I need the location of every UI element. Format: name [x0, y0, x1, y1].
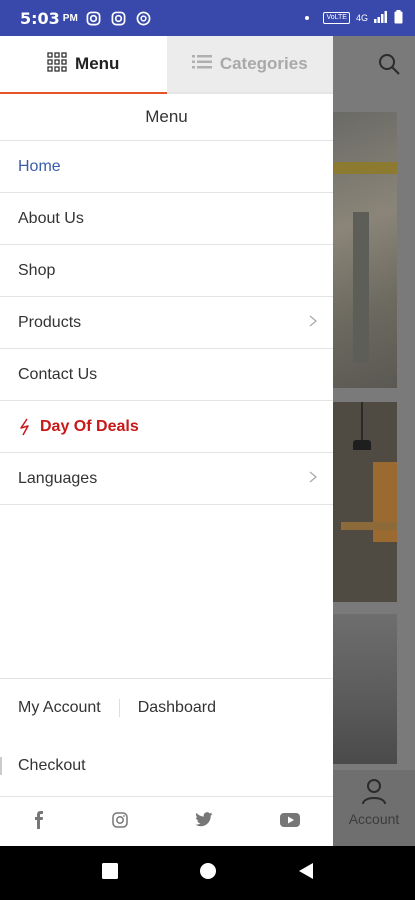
- menu-item-home[interactable]: Home: [0, 141, 333, 193]
- menu-heading: Menu: [0, 94, 333, 141]
- menu-item-label: Contact Us: [18, 365, 98, 383]
- social-links: [0, 796, 333, 847]
- chevron-right-icon[interactable]: [309, 314, 318, 332]
- volte-badge: VoLTE: [323, 12, 350, 24]
- status-bar: 5:03 PM VoLTE 4G: [0, 0, 415, 36]
- signal-icon: [374, 11, 388, 25]
- menu-item-label: Languages: [18, 469, 98, 487]
- menu-item-products[interactable]: Products: [0, 297, 333, 349]
- instagram-notification-icon: [86, 10, 102, 26]
- tab-categories-label: Categories: [219, 54, 308, 73]
- menu-item-languages[interactable]: Languages: [0, 453, 333, 505]
- recents-button[interactable]: [101, 862, 119, 885]
- divider: [0, 757, 2, 775]
- menu-item-label: Products: [18, 313, 82, 331]
- tab-menu-label: Menu: [75, 54, 120, 73]
- account-label: Account: [348, 811, 400, 827]
- twitter-icon[interactable]: [195, 812, 213, 832]
- checkout-link[interactable]: Checkout: [18, 757, 86, 775]
- instagram-notification-icon: [111, 10, 127, 26]
- search-icon[interactable]: [377, 52, 401, 81]
- menu-item-shop[interactable]: Shop: [0, 245, 333, 297]
- system-navigation-bar: [0, 846, 415, 900]
- home-button[interactable]: [199, 862, 217, 885]
- banner-image: [333, 402, 397, 602]
- notification-dot-icon: [305, 16, 310, 20]
- back-button[interactable]: [297, 862, 315, 885]
- menu-item-contact-us[interactable]: Contact Us: [0, 349, 333, 401]
- instagram-icon[interactable]: [112, 811, 128, 833]
- at-sign-notification-icon: [136, 10, 152, 26]
- background-page: Account: [333, 36, 415, 846]
- menu-item-about-us[interactable]: About Us: [0, 193, 333, 245]
- status-time: 5:03: [20, 8, 60, 28]
- battery-icon: [394, 10, 403, 26]
- list-icon: [191, 54, 212, 75]
- tab-menu[interactable]: Menu: [0, 36, 167, 94]
- dashboard-link[interactable]: Dashboard: [138, 699, 216, 717]
- navigation-drawer: Menu Categories Menu Home About Us Shop …: [0, 36, 333, 846]
- menu-item-label: About Us: [18, 209, 84, 227]
- drawer-footer-links: My Account Dashboard Checkout: [0, 678, 333, 795]
- banner-image: [333, 614, 397, 764]
- banner-image: [333, 112, 397, 388]
- grid-icon: [47, 51, 67, 77]
- status-ampm: PM: [62, 12, 78, 24]
- facebook-icon[interactable]: [33, 810, 45, 834]
- network-type-label: 4G: [355, 13, 368, 23]
- menu-item-label: Home: [18, 157, 61, 175]
- my-account-link[interactable]: My Account: [18, 699, 101, 717]
- drawer-tabs: Menu Categories: [0, 36, 333, 94]
- divider: [118, 699, 120, 717]
- menu-item-label: Shop: [18, 261, 56, 279]
- chevron-right-icon[interactable]: [309, 470, 318, 488]
- account-tab[interactable]: Account: [333, 770, 415, 846]
- menu-item-day-of-deals[interactable]: Day Of Deals: [0, 401, 333, 453]
- lightning-icon: [18, 418, 32, 436]
- tab-categories[interactable]: Categories: [166, 36, 333, 94]
- user-icon: [359, 776, 389, 809]
- youtube-icon[interactable]: [279, 812, 300, 832]
- menu-item-label: Day Of Deals: [40, 417, 139, 435]
